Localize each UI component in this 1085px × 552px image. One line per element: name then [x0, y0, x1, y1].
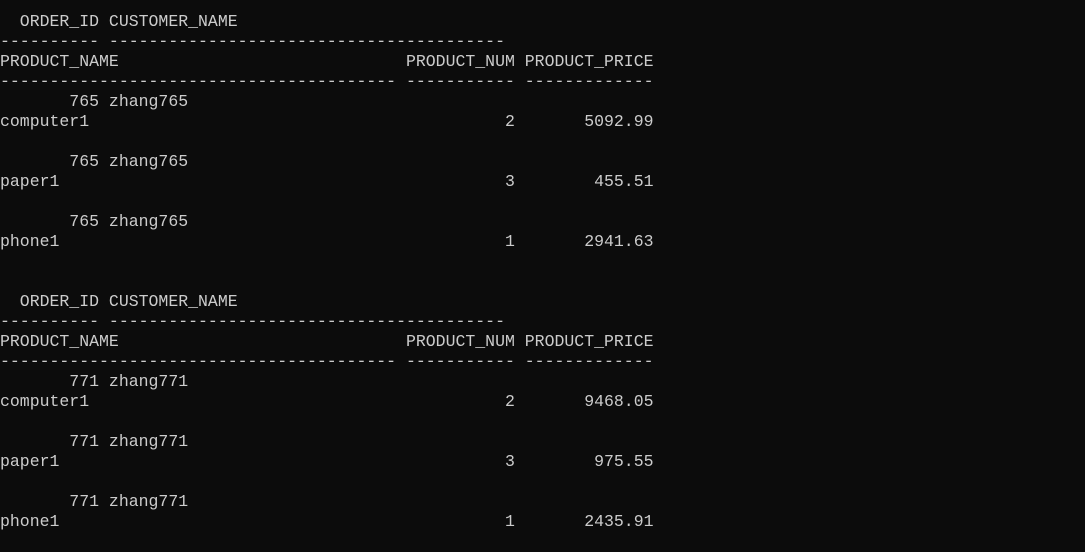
order-row: 771 zhang771 — [0, 492, 189, 511]
column-header-line: PRODUCT_NAME PRODUCT_NUM PRODUCT_PRICE — [0, 332, 654, 351]
column-header-line: ORDER_ID CUSTOMER_NAME — [0, 12, 238, 31]
product-row: computer1 2 9468.05 — [0, 392, 654, 411]
order-row: 771 zhang771 — [0, 432, 189, 451]
product-row: paper1 3 455.51 — [0, 172, 654, 191]
product-row: computer1 2 5092.99 — [0, 112, 654, 131]
product-row: paper1 3 975.55 — [0, 452, 654, 471]
separator-line: ----------------------------------------… — [0, 72, 654, 91]
product-row: phone1 1 2435.91 — [0, 512, 654, 531]
order-row: 765 zhang765 — [0, 212, 189, 231]
separator-line: ---------- -----------------------------… — [0, 32, 505, 51]
separator-line: ---------- -----------------------------… — [0, 312, 505, 331]
column-header-line: PRODUCT_NAME PRODUCT_NUM PRODUCT_PRICE — [0, 52, 654, 71]
separator-line: ----------------------------------------… — [0, 352, 654, 371]
order-row: 771 zhang771 — [0, 372, 189, 391]
order-row: 765 zhang765 — [0, 92, 189, 111]
console-output[interactable]: ORDER_ID CUSTOMER_NAME ---------- ------… — [0, 12, 1085, 552]
product-row: phone1 1 2941.63 — [0, 232, 654, 251]
order-row: 765 zhang765 — [0, 152, 189, 171]
column-header-line: ORDER_ID CUSTOMER_NAME — [0, 292, 238, 311]
